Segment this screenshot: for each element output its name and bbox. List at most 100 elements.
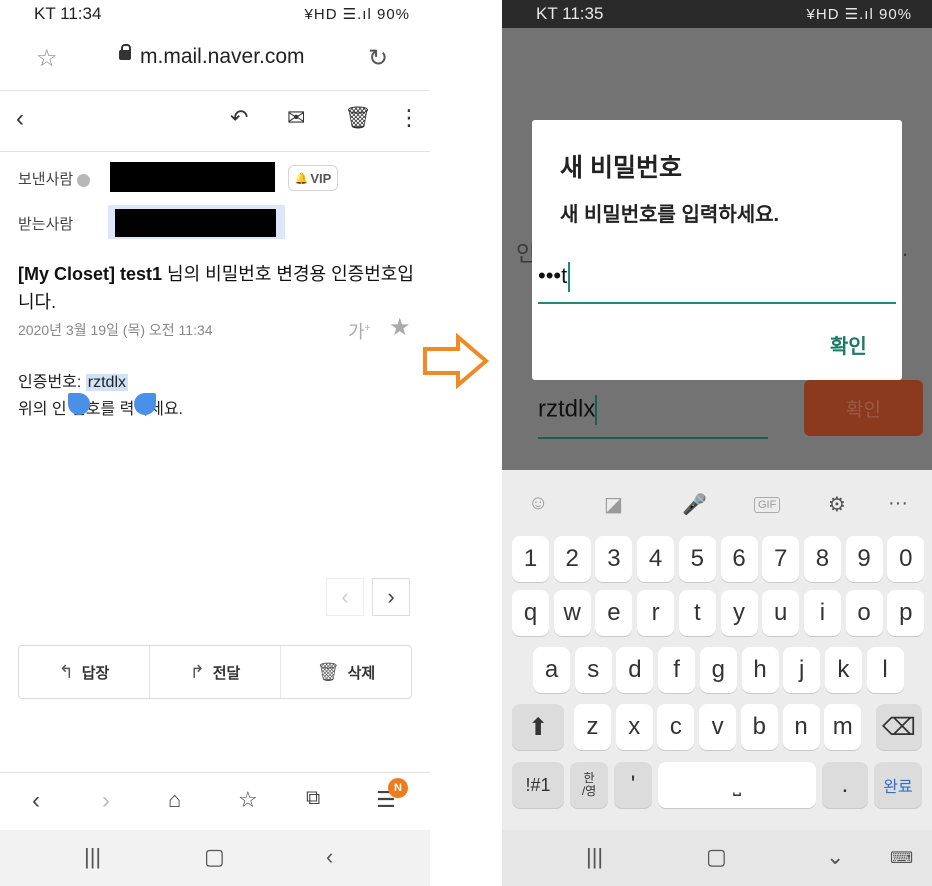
selection-handle-left[interactable] — [68, 393, 90, 415]
sender-info-icon[interactable] — [77, 173, 91, 187]
reply-icon[interactable]: ↶ — [230, 105, 248, 131]
number-key-2[interactable]: 2 — [553, 536, 591, 582]
letter-key-y[interactable]: y — [720, 590, 758, 636]
letter-key-z[interactable]: z — [574, 704, 611, 750]
code-value-selected[interactable]: rztdlx — [85, 374, 129, 391]
new-password-input[interactable]: •••t — [538, 262, 896, 304]
browser-forward-icon[interactable]: › — [102, 787, 110, 815]
sticker-icon[interactable]: ◪ — [604, 492, 623, 517]
envelope-icon[interactable]: ✉ — [287, 105, 305, 131]
letter-key-s[interactable]: s — [574, 647, 612, 693]
recipient-redacted — [115, 209, 276, 237]
letter-key-q[interactable]: q — [512, 590, 549, 636]
gif-icon[interactable]: GIF — [754, 497, 781, 513]
carrier-time: KT 11:35 — [536, 4, 604, 23]
letter-key-g[interactable]: g — [699, 647, 737, 693]
number-key-3[interactable]: 3 — [595, 536, 633, 582]
space-key[interactable]: ⎵ — [658, 762, 816, 808]
new-password-dialog: 새 비밀번호 새 비밀번호를 입력하세요. •••t 확인 — [532, 120, 902, 380]
letter-key-x[interactable]: x — [615, 704, 653, 750]
bell-icon: 🔔 — [294, 172, 309, 185]
browser-back-icon[interactable]: ‹ — [32, 787, 40, 815]
background-confirm-button[interactable]: 확인 — [804, 380, 923, 436]
settings-gear-icon[interactable]: ⚙ — [828, 492, 846, 517]
symbols-key[interactable]: !#1 — [512, 762, 564, 808]
letter-key-v[interactable]: v — [699, 704, 737, 750]
selection-handle-right[interactable] — [134, 393, 156, 415]
input-cursor — [568, 262, 571, 292]
letter-key-h[interactable]: h — [741, 647, 779, 693]
reload-icon[interactable]: ↻ — [368, 44, 388, 73]
letter-key-r[interactable]: r — [637, 590, 675, 636]
backspace-key[interactable]: ⌫ — [876, 704, 922, 750]
language-switch-key[interactable]: 한/영 — [570, 762, 608, 808]
letter-key-c[interactable]: c — [657, 704, 695, 750]
letter-key-j[interactable]: j — [783, 647, 821, 693]
sender-redacted[interactable] — [110, 162, 275, 192]
letter-key-m[interactable]: m — [824, 704, 862, 750]
font-size-icon[interactable]: 가+ — [348, 318, 370, 344]
letter-key-n[interactable]: n — [782, 704, 820, 750]
more-horizontal-icon[interactable]: ··· — [888, 492, 908, 515]
browser-url-bar: ☆ m.mail.naver.com ↻ — [0, 30, 430, 88]
home-icon[interactable]: ⌂ — [168, 787, 181, 813]
back-nav-icon[interactable]: ‹ — [326, 844, 333, 870]
forward-button[interactable]: ↱ 전달 — [150, 646, 281, 698]
letter-key-w[interactable]: w — [553, 590, 591, 636]
trash-can-icon: 🗑 — [316, 661, 340, 682]
delete-label: 삭제 — [347, 664, 376, 682]
letter-key-t[interactable]: t — [678, 590, 716, 636]
letter-key-a[interactable]: a — [533, 647, 570, 693]
letter-key-p[interactable]: p — [887, 590, 925, 636]
letter-key-b[interactable]: b — [740, 704, 778, 750]
trash-icon[interactable]: 🗑 — [344, 105, 372, 131]
dialog-ok-button[interactable]: 확인 — [830, 330, 867, 359]
vip-button[interactable]: 🔔 VIP — [288, 165, 338, 191]
period-key[interactable]: . — [822, 762, 868, 808]
back-icon[interactable]: ‹ — [16, 105, 24, 133]
tabs-icon[interactable]: ⧉ — [306, 787, 320, 810]
number-key-7[interactable]: 7 — [762, 536, 800, 582]
delete-button[interactable]: 🗑 삭제 — [281, 646, 411, 698]
number-key-6[interactable]: 6 — [720, 536, 758, 582]
letter-key-u[interactable]: u — [762, 590, 800, 636]
letter-key-f[interactable]: f — [658, 647, 696, 693]
letter-key-l[interactable]: l — [866, 647, 904, 693]
bookmark-star-icon[interactable]: ☆ — [36, 44, 58, 73]
system-nav-bar: ||| ▢ ⌄ ⌨ — [502, 830, 932, 886]
more-vertical-icon[interactable]: ⋮ — [398, 105, 420, 131]
emoji-icon[interactable]: ☺ — [528, 492, 548, 515]
number-key-4[interactable]: 4 — [637, 536, 675, 582]
recents-icon[interactable]: ||| — [586, 844, 603, 870]
number-key-0[interactable]: 0 — [887, 536, 925, 582]
prev-mail-button[interactable]: ‹ — [326, 578, 364, 616]
apostrophe-key[interactable]: ' — [614, 762, 652, 808]
bookmarks-icon[interactable]: ☆ — [238, 787, 258, 813]
keyboard-icon[interactable]: ⌨ — [890, 848, 913, 868]
mail-subject: [My Closet] test1 님의 비밀번호 변경용 인증번호입니다. — [18, 260, 418, 316]
mail-date: 2020년 3월 19일 (목) 오전 11:34 — [18, 322, 213, 338]
letter-key-i[interactable]: i — [803, 590, 841, 636]
password-value: •••t — [538, 262, 568, 288]
letter-key-e[interactable]: e — [595, 590, 633, 636]
home-button-icon[interactable]: ▢ — [204, 844, 225, 870]
number-key-9[interactable]: 9 — [845, 536, 883, 582]
letter-key-k[interactable]: k — [824, 647, 862, 693]
number-key-8[interactable]: 8 — [803, 536, 841, 582]
reply-button[interactable]: ↰ 답장 — [19, 646, 150, 698]
number-key-5[interactable]: 5 — [678, 536, 716, 582]
microphone-icon[interactable]: 🎤 — [682, 492, 707, 517]
number-key-1[interactable]: 1 — [512, 536, 549, 582]
done-key[interactable]: 완료 — [874, 762, 922, 808]
letter-key-d[interactable]: d — [616, 647, 654, 693]
hide-keyboard-icon[interactable]: ⌄ — [826, 844, 844, 870]
star-icon[interactable]: ★ — [389, 313, 411, 342]
next-mail-button[interactable]: › — [372, 578, 410, 616]
letter-key-o[interactable]: o — [845, 590, 883, 636]
recents-icon[interactable]: ||| — [84, 844, 101, 870]
background-code-input[interactable]: rztdlx — [538, 395, 768, 439]
subject-tag: [My Closet] test1 — [18, 264, 163, 284]
url-text[interactable]: m.mail.naver.com — [140, 45, 305, 69]
home-button-icon[interactable]: ▢ — [706, 844, 727, 870]
shift-key[interactable]: ⬆ — [512, 704, 564, 750]
